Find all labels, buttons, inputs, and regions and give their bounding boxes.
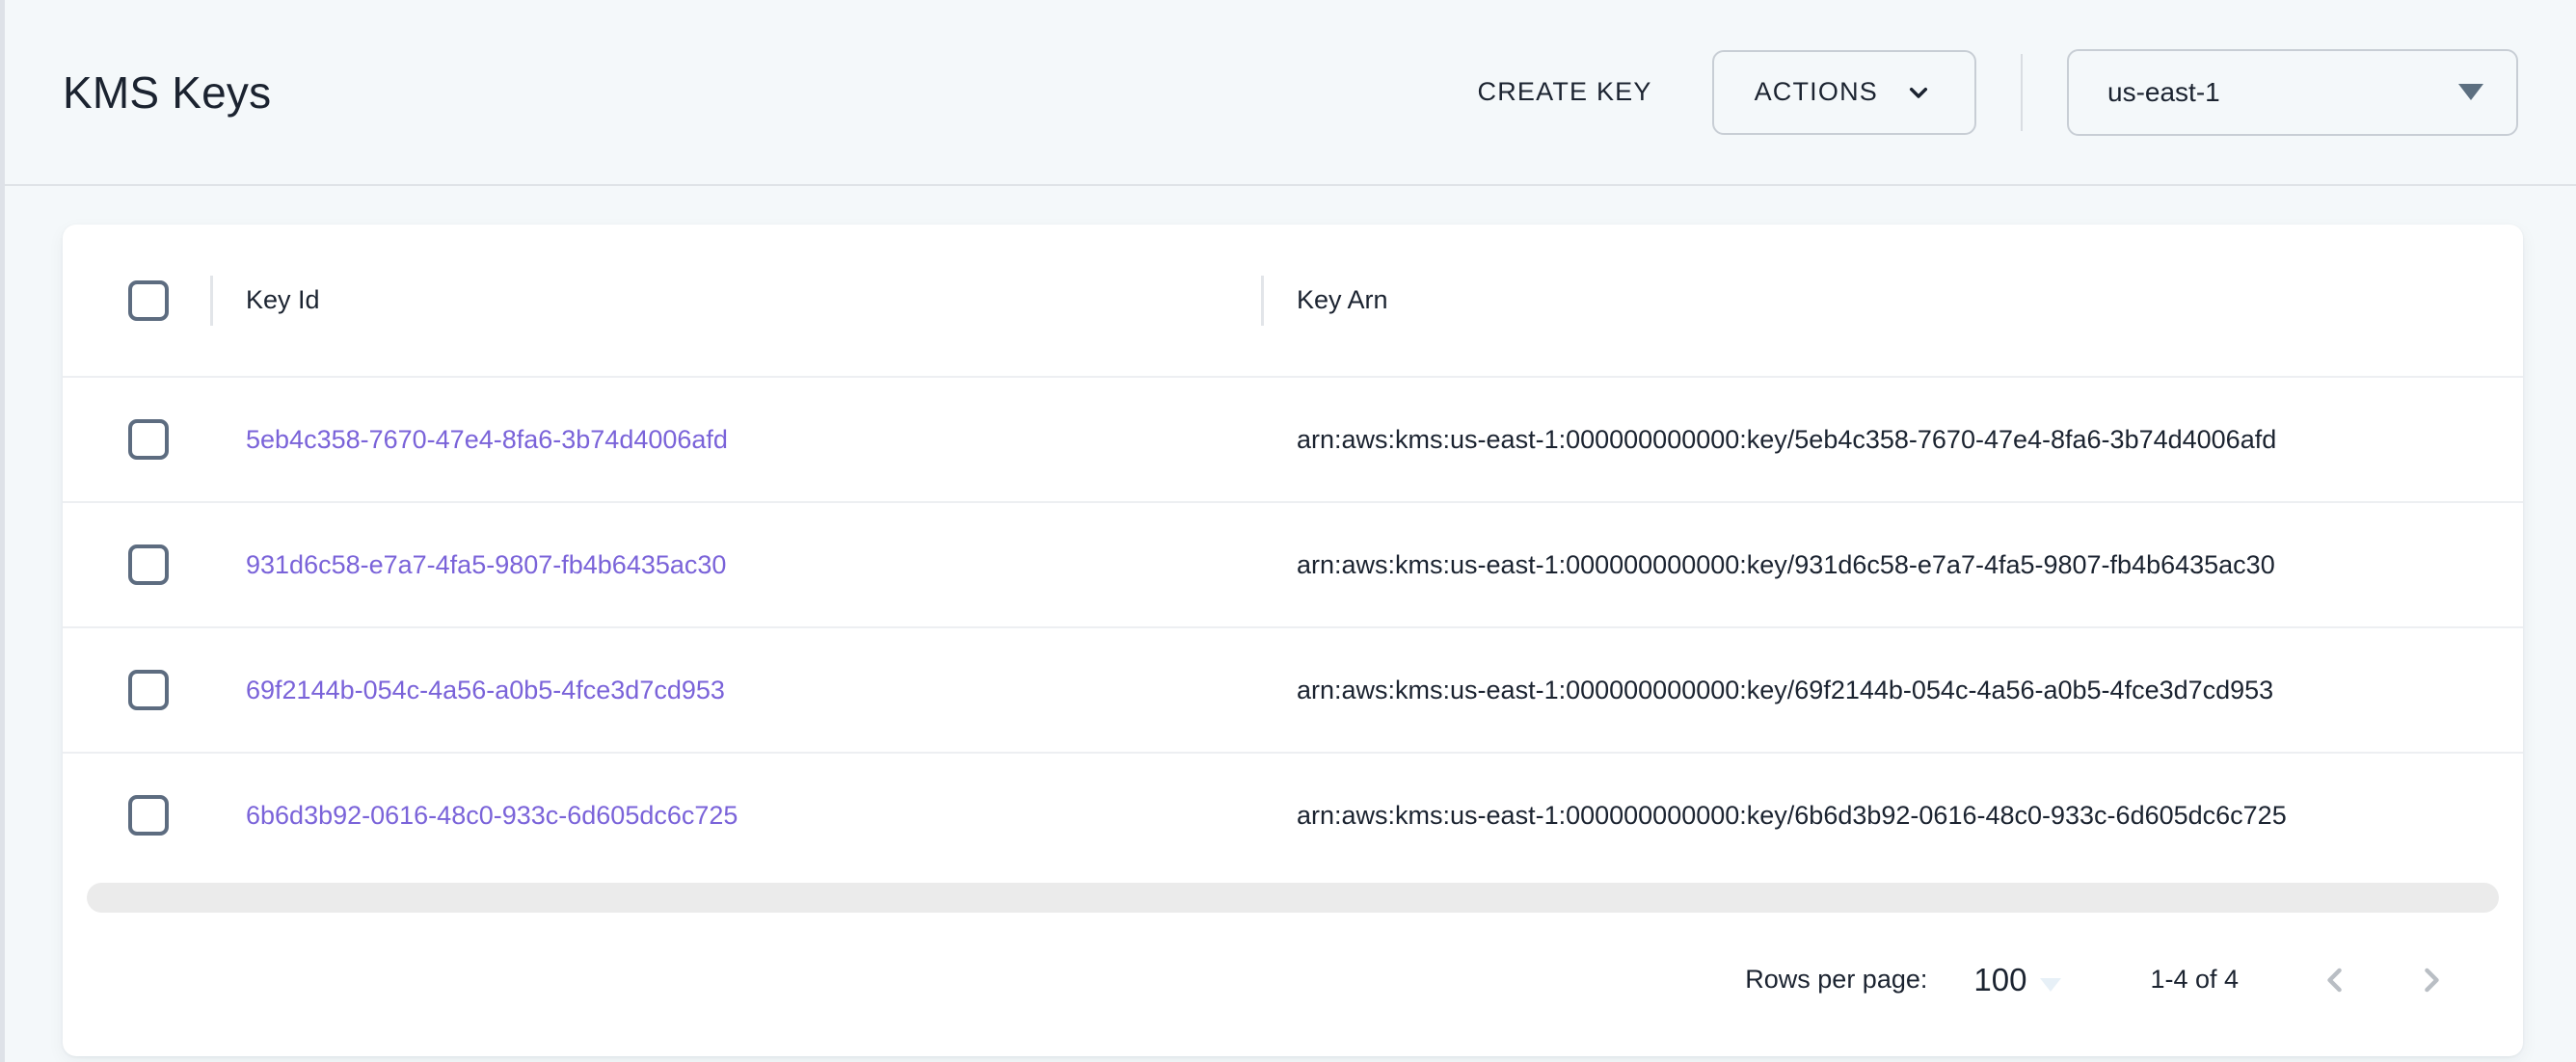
row-checkbox[interactable] <box>128 544 169 585</box>
chevron-right-icon <box>2410 959 2453 1001</box>
column-header-key-arn[interactable]: Key Arn <box>1264 285 2523 315</box>
app-root: KMS Keys CREATE KEY ACTIONS us-east-1 <box>0 0 2576 1062</box>
row-checkbox[interactable] <box>128 795 169 836</box>
next-page-button[interactable] <box>2402 951 2460 1009</box>
pagination-bar: Rows per page: 100 1-4 of 4 <box>63 913 2523 1056</box>
keys-table-card: Key Id Key Arn 5eb4c358-7670-47e4-8fa6-3… <box>63 225 2523 1056</box>
column-header-key-id[interactable]: Key Id <box>213 285 1261 315</box>
key-arn-cell: arn:aws:kms:us-east-1:000000000000:key/6… <box>1297 676 2273 704</box>
caret-down-icon <box>2040 978 2061 992</box>
row-checkbox[interactable] <box>128 419 169 460</box>
region-select[interactable]: us-east-1 <box>2067 49 2518 136</box>
pagination-range: 1-4 of 4 <box>2150 965 2239 995</box>
region-select-value: us-east-1 <box>2107 77 2220 108</box>
horizontal-scrollbar[interactable] <box>87 883 2499 913</box>
table-row: 5eb4c358-7670-47e4-8fa6-3b74d4006afd arn… <box>63 376 2523 501</box>
caret-down-icon <box>2458 84 2483 100</box>
table-row: 6b6d3b92-0616-48c0-933c-6d605dc6c725 arn… <box>63 752 2523 877</box>
key-id-link[interactable]: 5eb4c358-7670-47e4-8fa6-3b74d4006afd <box>246 425 728 454</box>
rows-per-page-value: 100 <box>1973 962 2026 998</box>
actions-button-label: ACTIONS <box>1755 77 1878 107</box>
table-row: 931d6c58-e7a7-4fa5-9807-fb4b6435ac30 arn… <box>63 501 2523 626</box>
chevron-down-icon <box>1903 77 1934 108</box>
key-id-link[interactable]: 931d6c58-e7a7-4fa5-9807-fb4b6435ac30 <box>246 550 726 579</box>
window-left-edge <box>0 0 5 1062</box>
table-header-row: Key Id Key Arn <box>63 225 2523 376</box>
select-all-cell <box>63 280 210 321</box>
page-content: Key Id Key Arn 5eb4c358-7670-47e4-8fa6-3… <box>0 186 2576 1056</box>
key-arn-cell: arn:aws:kms:us-east-1:000000000000:key/9… <box>1297 550 2275 579</box>
create-key-button[interactable]: CREATE KEY <box>1449 58 1681 126</box>
rows-per-page-select[interactable]: 100 <box>1973 962 2061 998</box>
actions-button[interactable]: ACTIONS <box>1712 50 1976 135</box>
page-title: KMS Keys <box>63 66 271 119</box>
key-arn-cell: arn:aws:kms:us-east-1:000000000000:key/6… <box>1297 801 2287 830</box>
table-row: 69f2144b-054c-4a56-a0b5-4fce3d7cd953 arn… <box>63 626 2523 752</box>
select-all-checkbox[interactable] <box>128 280 169 321</box>
header-actions: CREATE KEY ACTIONS us-east-1 <box>1449 49 2518 136</box>
page-header: KMS Keys CREATE KEY ACTIONS us-east-1 <box>0 0 2576 186</box>
key-arn-cell: arn:aws:kms:us-east-1:000000000000:key/5… <box>1297 425 2276 454</box>
chevron-left-icon <box>2314 959 2356 1001</box>
row-checkbox[interactable] <box>128 670 169 710</box>
key-id-link[interactable]: 6b6d3b92-0616-48c0-933c-6d605dc6c725 <box>246 801 738 830</box>
previous-page-button[interactable] <box>2306 951 2364 1009</box>
header-divider <box>2021 54 2023 131</box>
key-id-link[interactable]: 69f2144b-054c-4a56-a0b5-4fce3d7cd953 <box>246 676 725 704</box>
rows-per-page-label: Rows per page: <box>1745 965 1927 995</box>
